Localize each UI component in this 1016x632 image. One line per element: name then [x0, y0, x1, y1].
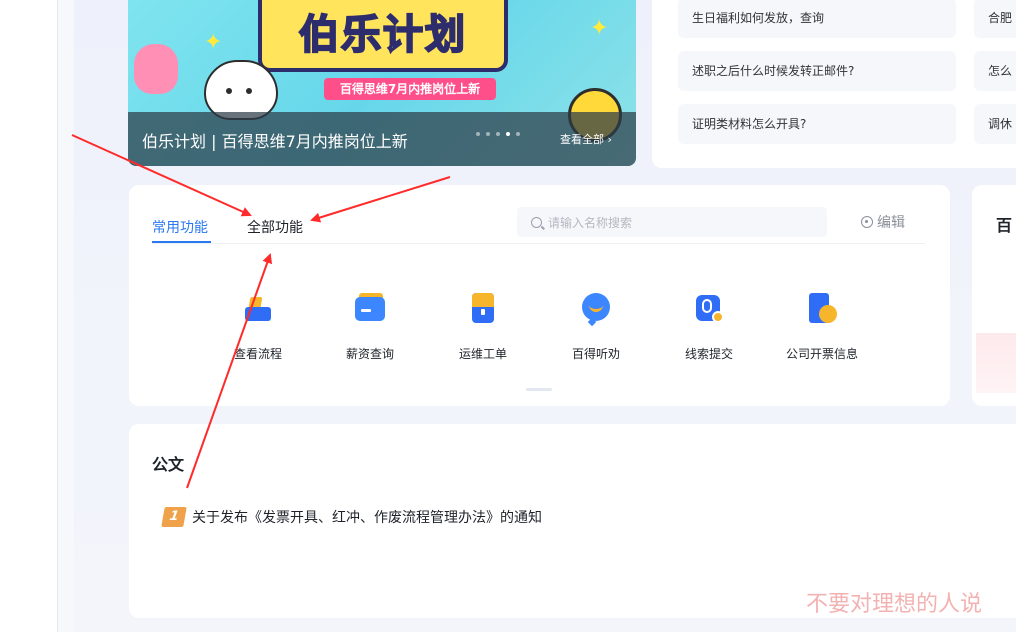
faq-item[interactable]: 生日福利如何发放，查询 [678, 0, 956, 38]
banner-sign: 伯乐计划 [258, 0, 508, 72]
edit-button[interactable]: 编辑 [861, 212, 905, 232]
tab-all-functions[interactable]: 全部功能 [247, 217, 303, 237]
invoice-icon [805, 291, 839, 325]
function-search-input[interactable]: 请输入名称搜索 [517, 207, 827, 237]
banner-tag: 百得思维7月内推岗位上新 [324, 78, 496, 100]
function-feedback[interactable]: 百得听劝 [546, 291, 646, 362]
process-icon [241, 291, 275, 325]
sidebar-gutter [58, 0, 74, 632]
gear-icon [861, 216, 873, 228]
clue-icon [692, 291, 726, 325]
left-sidebar [0, 0, 58, 632]
function-label: 薪资查询 [345, 347, 394, 361]
carousel-dot[interactable] [496, 132, 500, 136]
function-salary-query[interactable]: 薪资查询 [320, 291, 420, 362]
faq-item[interactable]: 合肥 [974, 0, 1016, 38]
document-item[interactable]: 1 关于发布《发票开具、红冲、作废流程管理办法》的通知 [161, 507, 542, 527]
sparkle-icon: ✦ [590, 16, 609, 41]
sparkle-icon: ✦ [204, 30, 223, 55]
document-title-link[interactable]: 关于发布《发票开具、红冲、作废流程管理办法》的通知 [192, 507, 542, 527]
banner-caption[interactable]: 伯乐计划 | 百得思维7月内推岗位上新 [142, 128, 408, 152]
active-tab-underline [152, 241, 211, 243]
ok-hand-illustration [134, 44, 178, 94]
banner-carousel[interactable]: ✦ ✦ 伯乐计划 百得思维7月内推岗位上新 伯乐计划 | 百得思维7月内推岗位上… [128, 0, 636, 166]
tabs-divider [152, 243, 925, 244]
search-icon [531, 216, 542, 228]
tab-common-functions[interactable]: 常用功能 [152, 217, 208, 237]
faq-item[interactable]: 证明类材料怎么开具? [678, 104, 956, 144]
right-side-card: 百 [972, 185, 1016, 406]
banner-footer: 伯乐计划 | 百得思维7月内推岗位上新 查看全部 › [128, 112, 636, 166]
function-label: 公司开票信息 [785, 347, 858, 361]
chat-bubble-icon [579, 291, 613, 327]
ticket-icon [466, 291, 500, 325]
documents-title: 公文 [152, 455, 185, 474]
faq-item[interactable]: 调休 [974, 104, 1016, 144]
function-clue-submit[interactable]: 线索提交 [659, 291, 759, 362]
function-label: 线索提交 [684, 347, 733, 361]
function-label: 百得听劝 [571, 347, 620, 361]
right-card-title: 百 [996, 216, 1013, 235]
function-view-process[interactable]: 查看流程 [208, 291, 308, 362]
function-label: 运维工单 [458, 347, 507, 361]
faq-panel: 生日福利如何发放，查询 述职之后什么时候发转正邮件? 证明类材料怎么开具? 合肥… [652, 0, 1016, 168]
view-all-link[interactable]: 查看全部 › [560, 131, 612, 147]
function-invoice-info[interactable]: 公司开票信息 [772, 291, 872, 362]
watermark-text: 不要对理想的人说 [806, 592, 983, 617]
carousel-dot-active[interactable] [506, 132, 510, 136]
search-placeholder: 请输入名称搜索 [548, 215, 633, 230]
page-indicator[interactable] [526, 388, 552, 391]
carousel-dots [476, 132, 520, 136]
rank-badge: 1 [161, 507, 187, 527]
salary-card-icon [353, 291, 387, 325]
functions-card: 常用功能 全部功能 请输入名称搜索 编辑 查看流程 薪资查询 运维工单 百得听劝… [129, 185, 950, 406]
carousel-dot[interactable] [476, 132, 480, 136]
carousel-dot[interactable] [516, 132, 520, 136]
edit-label: 编辑 [877, 215, 905, 231]
banner-sign-title: 伯乐计划 [298, 11, 467, 59]
mascot-illustration [204, 60, 278, 120]
right-card-image[interactable] [976, 333, 1016, 393]
carousel-dot[interactable] [486, 132, 490, 136]
faq-item[interactable]: 怎么 [974, 51, 1016, 91]
faq-item[interactable]: 述职之后什么时候发转正邮件? [678, 51, 956, 91]
function-label: 查看流程 [233, 347, 282, 361]
function-ops-ticket[interactable]: 运维工单 [433, 291, 533, 362]
